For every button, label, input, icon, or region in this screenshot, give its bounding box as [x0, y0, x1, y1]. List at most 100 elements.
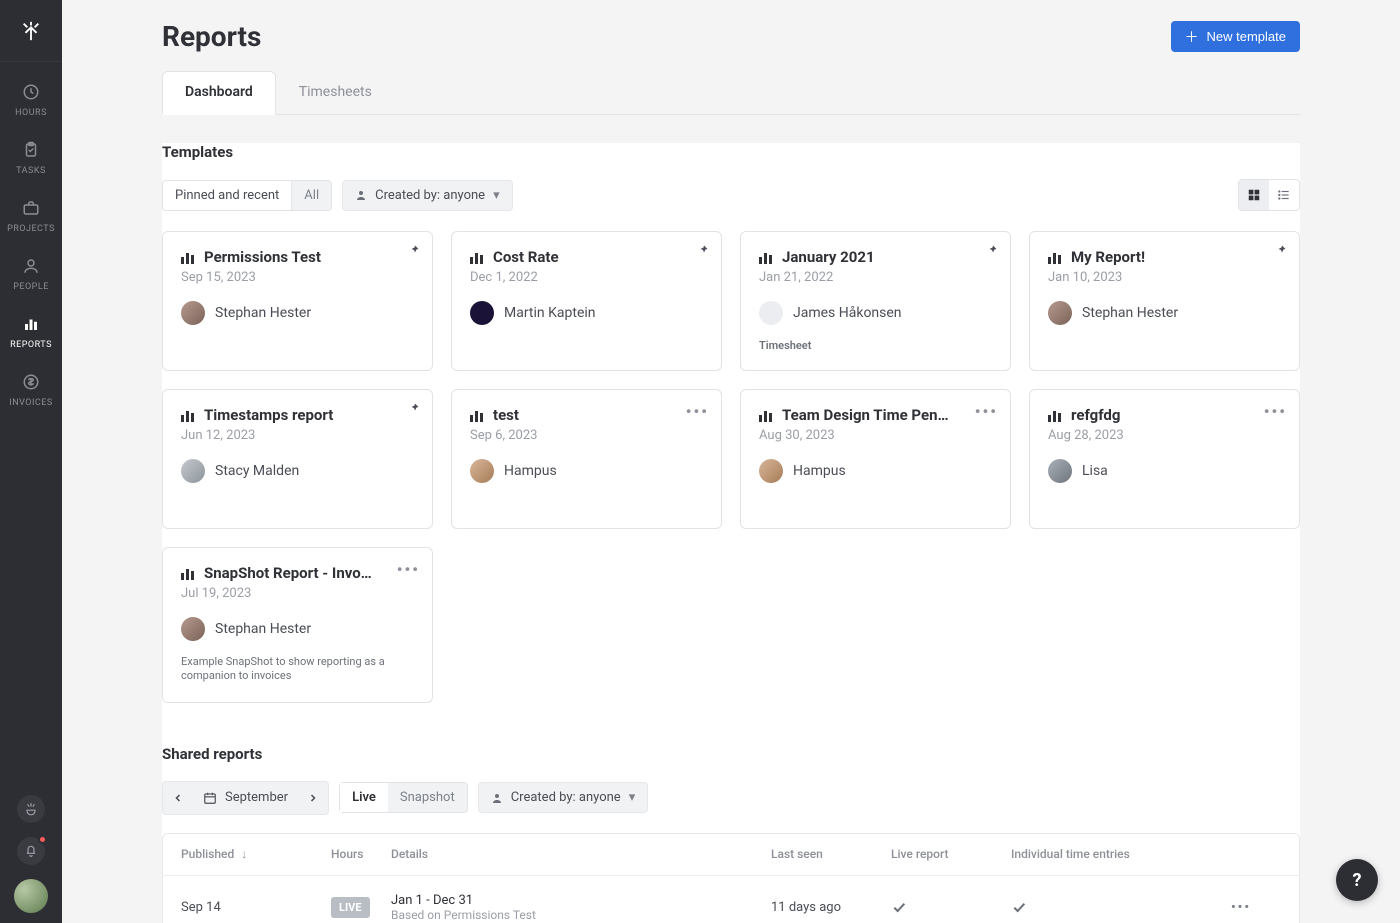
template-card[interactable]: •••SnapShot Report - Invo…Jul 19, 2023St…: [162, 547, 433, 703]
more-icon[interactable]: •••: [975, 402, 998, 421]
col-published[interactable]: Published ↓: [181, 847, 331, 861]
card-date: Aug 30, 2023: [759, 428, 992, 443]
pin-icon[interactable]: [408, 244, 420, 256]
notifications-button[interactable]: [17, 837, 45, 865]
nav-tasks[interactable]: TASKS: [0, 130, 62, 188]
filter-pinned[interactable]: Pinned and recent: [163, 181, 291, 210]
template-card[interactable]: January 2021Jan 21, 2022James HåkonsenTi…: [740, 231, 1011, 371]
person-icon: [21, 256, 41, 276]
author-avatar: [1048, 301, 1072, 325]
author-avatar: [1048, 459, 1072, 483]
col-individual[interactable]: Individual time entries: [1011, 847, 1191, 861]
report-icon: [1048, 408, 1061, 422]
chevron-down-icon: ▾: [629, 790, 636, 805]
pin-icon[interactable]: [1275, 244, 1287, 256]
author-avatar: [181, 617, 205, 641]
clipboard-icon: [21, 140, 41, 160]
check-icon: [1011, 899, 1191, 915]
card-author: Martin Kaptein: [470, 301, 703, 325]
report-icon: [181, 566, 194, 580]
template-card[interactable]: Permissions TestSep 15, 2023Stephan Hest…: [162, 231, 433, 371]
author-avatar: [759, 301, 783, 325]
card-author: Hampus: [470, 459, 703, 483]
cell-last-seen: 11 days ago: [771, 900, 891, 915]
seg-live[interactable]: Live: [340, 783, 388, 812]
page-title: Reports: [162, 20, 261, 53]
new-template-button[interactable]: ＋ New template: [1171, 21, 1300, 52]
app-logo[interactable]: [0, 0, 62, 62]
clock-icon: [21, 82, 41, 102]
help-fab[interactable]: ?: [1336, 859, 1378, 901]
card-date: Aug 28, 2023: [1048, 428, 1281, 443]
template-card[interactable]: •••Team Design Time Pen…Aug 30, 2023Hamp…: [740, 389, 1011, 529]
card-date: Jun 12, 2023: [181, 428, 414, 443]
template-card[interactable]: Cost RateDec 1, 2022Martin Kaptein: [451, 231, 722, 371]
template-card[interactable]: •••refgfdgAug 28, 2023Lisa: [1029, 389, 1300, 529]
nav-people[interactable]: PEOPLE: [0, 246, 62, 304]
card-description: Example SnapShot to show reporting as a …: [181, 655, 414, 684]
card-title: SnapShot Report - Invo…: [204, 564, 372, 582]
shared-heading: Shared reports: [162, 745, 1300, 763]
period-next[interactable]: [298, 782, 328, 814]
card-author: Stephan Hester: [1048, 301, 1281, 325]
list-view-button[interactable]: [1269, 180, 1299, 210]
cell-details: Jan 1 - Dec 31Based on Permissions Test: [391, 893, 771, 922]
more-icon[interactable]: •••: [686, 402, 709, 421]
shared-row[interactable]: Sep 14LIVEJan 1 - Dec 31Based on Permiss…: [163, 876, 1299, 923]
col-hours[interactable]: Hours: [331, 847, 391, 861]
briefcase-icon: [21, 198, 41, 218]
template-card[interactable]: My Report!Jan 10, 2023Stephan Hester: [1029, 231, 1300, 371]
filter-created-by[interactable]: Created by: anyone ▾: [342, 180, 513, 211]
shared-created-by[interactable]: Created by: anyone ▾: [478, 782, 649, 813]
person-icon: [355, 189, 367, 201]
author-avatar: [759, 459, 783, 483]
pin-icon[interactable]: [986, 244, 998, 256]
calendar-icon: [203, 791, 217, 805]
user-avatar[interactable]: [14, 879, 48, 913]
card-title: Team Design Time Pen…: [782, 406, 949, 424]
card-date: Sep 15, 2023: [181, 270, 414, 285]
tab-timesheets[interactable]: Timesheets: [276, 71, 395, 115]
templates-scope-toggle: Pinned and recent All: [162, 180, 332, 211]
nav-hours[interactable]: HOURS: [0, 72, 62, 130]
template-card[interactable]: •••testSep 6, 2023Hampus: [451, 389, 722, 529]
author-avatar: [470, 459, 494, 483]
check-icon: [891, 899, 1011, 915]
filter-all[interactable]: All: [291, 181, 331, 210]
notification-dot: [38, 835, 47, 844]
sort-down-icon: ↓: [241, 847, 247, 861]
more-icon[interactable]: •••: [397, 560, 420, 579]
nav-projects[interactable]: PROJECTS: [0, 188, 62, 246]
period-prev[interactable]: [163, 782, 193, 814]
report-icon: [1048, 250, 1061, 264]
quick-action-button[interactable]: [17, 795, 45, 823]
nav-reports[interactable]: REPORTS: [0, 304, 62, 362]
seg-snapshot[interactable]: Snapshot: [388, 783, 467, 812]
col-last-seen[interactable]: Last seen: [771, 847, 891, 861]
more-icon[interactable]: •••: [1264, 402, 1287, 421]
col-details[interactable]: Details: [391, 847, 771, 861]
period-label[interactable]: September: [193, 790, 298, 805]
person-icon: [491, 792, 503, 804]
report-icon: [470, 408, 483, 422]
card-date: Jan 21, 2022: [759, 270, 992, 285]
view-toggle: [1238, 179, 1300, 211]
cell-published: Sep 14: [181, 900, 331, 915]
card-author: Lisa: [1048, 459, 1281, 483]
nav-invoices[interactable]: INVOICES: [0, 362, 62, 420]
pin-icon[interactable]: [697, 244, 709, 256]
tab-dashboard[interactable]: Dashboard: [162, 71, 276, 115]
col-live-report[interactable]: Live report: [891, 847, 1011, 861]
pin-icon[interactable]: [408, 402, 420, 414]
cell-hours: LIVE: [331, 897, 391, 918]
row-more-button[interactable]: •••: [1191, 900, 1251, 915]
grid-view-button[interactable]: [1239, 180, 1269, 210]
shared-reports-table: Published ↓ Hours Details Last seen Live…: [162, 833, 1300, 923]
author-avatar: [181, 301, 205, 325]
author-avatar: [181, 459, 205, 483]
card-note: Timesheet: [759, 339, 992, 352]
chevron-down-icon: ▾: [493, 188, 500, 203]
sidebar: HOURS TASKS PROJECTS PEOPLE REPORTS: [0, 0, 62, 923]
card-date: Dec 1, 2022: [470, 270, 703, 285]
template-card[interactable]: Timestamps reportJun 12, 2023Stacy Malde…: [162, 389, 433, 529]
